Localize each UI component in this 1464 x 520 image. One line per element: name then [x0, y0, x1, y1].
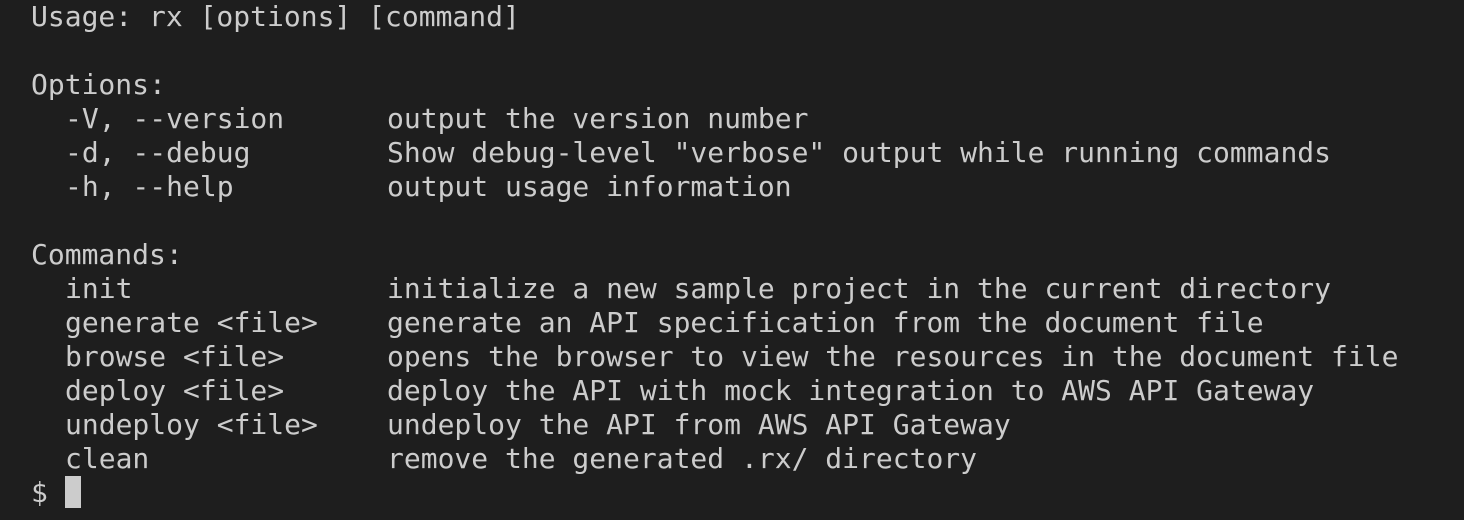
usage-line: Usage: rx [options] [command] [31, 0, 520, 33]
command-row: clean remove the generated .rx/ directory [31, 442, 1398, 476]
command-name: browse <file> [65, 340, 285, 373]
option-row: -V, --version output the version number [31, 102, 1398, 136]
command-desc: generate an API specification from the d… [387, 306, 1264, 339]
command-name: generate <file> [65, 306, 318, 339]
command-row: generate <file> generate an API specifica… [31, 306, 1398, 340]
command-row: browse <file> opens the browser to view t… [31, 340, 1398, 374]
cursor-block-icon[interactable] [64, 476, 81, 508]
prompt-symbol: $ [31, 476, 48, 509]
command-row: undeploy <file> undeploy the API from AWS… [31, 408, 1398, 442]
command-desc: opens the browser to view the resources … [387, 340, 1399, 373]
terminal-output: Usage: rx [options] [command] Options: -… [31, 0, 1398, 510]
command-desc: deploy the API with mock integration to … [387, 374, 1315, 407]
option-row: -h, --help output usage information [31, 170, 1398, 204]
option-desc: output usage information [387, 170, 792, 203]
option-row: -d, --debug Show debug-level "verbose" ou… [31, 136, 1398, 170]
command-row: deploy <file> deploy the API with mock in… [31, 374, 1398, 408]
option-flag: -h, --help [65, 170, 234, 203]
command-name: init [65, 272, 133, 305]
command-desc: remove the generated .rx/ directory [387, 442, 978, 475]
option-flag: -d, --debug [65, 136, 251, 169]
prompt-line[interactable]: $ [31, 476, 1398, 510]
command-name: deploy <file> [65, 374, 285, 407]
command-row: init initialize a new sample project in t… [31, 272, 1398, 306]
command-name: undeploy <file> [65, 408, 318, 441]
option-desc: output the version number [387, 102, 809, 135]
option-desc: Show debug-level "verbose" output while … [387, 136, 1332, 169]
commands-header: Commands: [31, 238, 183, 271]
command-name: clean [65, 442, 150, 475]
command-desc: initialize a new sample project in the c… [387, 272, 1332, 305]
command-desc: undeploy the API from AWS API Gateway [387, 408, 1011, 441]
options-header: Options: [31, 68, 166, 101]
option-flag: -V, --version [65, 102, 285, 135]
